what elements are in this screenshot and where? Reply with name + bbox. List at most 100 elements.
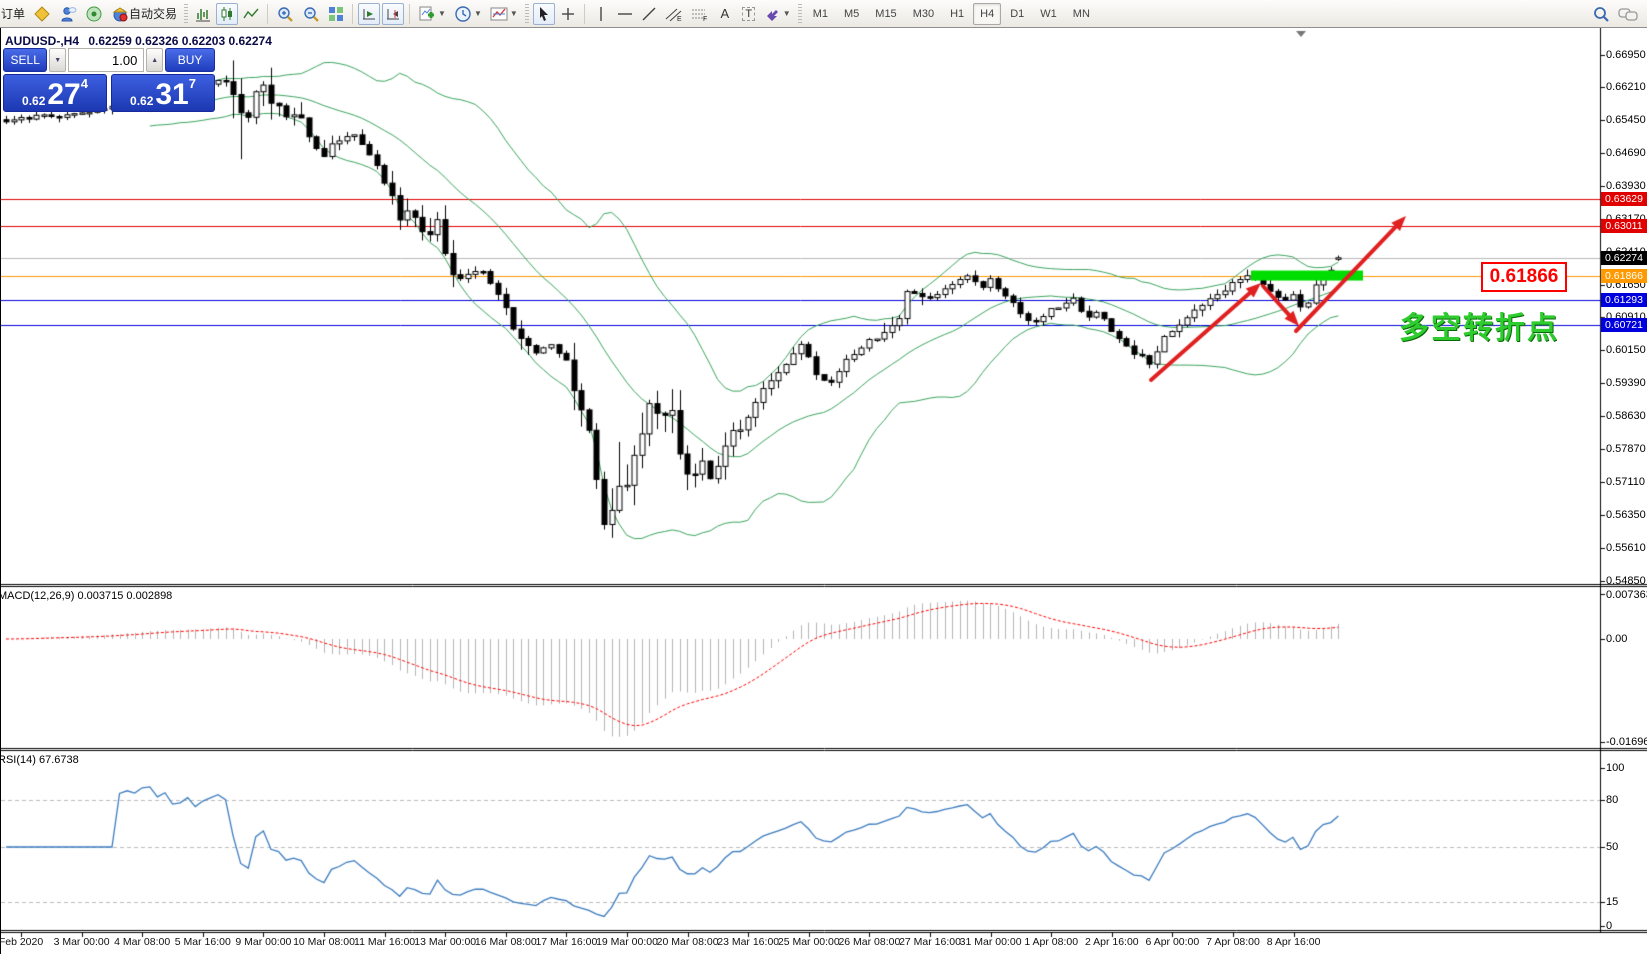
fibonacci-icon: F — [691, 6, 709, 22]
signal-button[interactable] — [82, 3, 106, 25]
price-chart-canvas[interactable] — [1, 28, 1647, 954]
vertical-line-button[interactable] — [590, 3, 612, 25]
text-button[interactable]: A — [714, 3, 736, 25]
new-chart-icon — [418, 5, 436, 23]
toolbar-grip — [184, 4, 188, 24]
price-annotation-box[interactable]: 0.61866 — [1481, 262, 1567, 292]
channel-button[interactable]: E — [662, 3, 686, 25]
time-axis-label: 4 Mar 08:00 — [114, 936, 170, 948]
time-axis-label: 6 Apr 00:00 — [1146, 936, 1200, 948]
toolbar-separator — [267, 4, 268, 24]
axis-tick-label: 0.63930 — [1606, 180, 1646, 192]
sell-price-prefix: 0.62 — [22, 94, 45, 108]
cursor-button[interactable] — [533, 3, 555, 25]
toolbar-separator — [409, 4, 410, 24]
axis-tick-label: 0.66210 — [1606, 81, 1646, 93]
rsi-axis-label: 100 — [1606, 762, 1624, 774]
buy-button[interactable]: BUY — [165, 48, 215, 72]
chart-ohlc-values: 0.62259 0.62326 0.62203 0.62274 — [88, 34, 272, 48]
time-axis-label: 25 Mar 00:00 — [778, 936, 840, 948]
rsi-value: 67.6738 — [39, 754, 79, 766]
sell-price-display[interactable]: 0.62 27 4 — [3, 74, 107, 112]
time-axis-label: 16 Mar 08:00 — [475, 936, 537, 948]
axis-tick-label: 0.55610 — [1606, 542, 1646, 554]
auto-trading-button[interactable]: 自动交易 — [108, 3, 180, 25]
arrows-button[interactable]: ▼ — [762, 3, 794, 25]
axis-tick-label: 0.60150 — [1606, 344, 1646, 356]
chevron-down-icon: ▼ — [54, 57, 61, 64]
sell-button[interactable]: SELL — [3, 48, 47, 72]
zoom-in-button[interactable] — [273, 3, 297, 25]
timeframe-mn[interactable]: MN — [1066, 3, 1097, 25]
price-line-label: 0.61866 — [1601, 269, 1647, 283]
time-axis-label: 31 Mar 00:00 — [960, 936, 1022, 948]
text-label-button[interactable]: T — [738, 3, 760, 25]
macd-label: MACD(12,26,9) 0.003715 0.002898 — [0, 590, 172, 602]
indicators-icon — [490, 5, 508, 23]
indicators-button[interactable]: ▼ — [487, 3, 521, 25]
sell-price-big: 27 — [47, 82, 80, 108]
volume-input[interactable]: 1.00 — [68, 48, 144, 72]
crosshair-button[interactable] — [557, 3, 579, 25]
buy-price-display[interactable]: 0.62 31 7 — [111, 74, 215, 112]
journal-button[interactable] — [30, 3, 54, 25]
vertical-line-icon — [594, 6, 608, 22]
time-axis-label: 5 Mar 16:00 — [175, 936, 231, 948]
auto-scroll-button[interactable] — [358, 3, 380, 25]
chat-button[interactable] — [1615, 3, 1641, 25]
volume-decrease-button[interactable]: ▼ — [49, 48, 66, 72]
axis-tick-label: 0.54850 — [1606, 575, 1646, 587]
horizontal-line-icon — [617, 6, 633, 22]
time-axis-label: 9 Mar 00:00 — [235, 936, 291, 948]
main-toolbar: 订单 自动交易 — [0, 0, 1647, 28]
timeframe-h4[interactable]: H4 — [973, 3, 1001, 25]
toolbar-separator — [352, 4, 353, 24]
period-button[interactable]: ▼ — [451, 3, 485, 25]
zoom-out-button[interactable] — [299, 3, 323, 25]
zoom-in-icon — [276, 5, 294, 23]
new-order-button[interactable]: 订单 — [0, 3, 28, 25]
line-chart-button[interactable] — [240, 3, 262, 25]
horizontal-line-button[interactable] — [614, 3, 636, 25]
axis-tick-label: 0.57870 — [1606, 443, 1646, 455]
text-tool-icon: A — [720, 6, 729, 21]
chart-shift-button[interactable] — [382, 3, 404, 25]
chart-shift-icon — [385, 6, 401, 22]
timeframe-d1[interactable]: D1 — [1003, 3, 1031, 25]
auto-trading-icon — [111, 5, 129, 23]
tile-windows-icon — [328, 6, 344, 22]
time-axis-label: 13 Mar 00:00 — [414, 936, 476, 948]
search-icon — [1592, 5, 1610, 23]
timeframe-group: M1M5M15M30H1H4D1W1MN — [806, 3, 1097, 25]
timeframe-h1[interactable]: H1 — [943, 3, 971, 25]
price-line-label: 0.63011 — [1601, 219, 1647, 233]
macd-axis-label: -0.01696 — [1606, 736, 1647, 748]
axis-tick-label: 0.66950 — [1606, 49, 1646, 61]
volume-increase-button[interactable]: ▲ — [146, 48, 163, 72]
timeframe-w1[interactable]: W1 — [1033, 3, 1064, 25]
time-axis-label: 2 Apr 16:00 — [1085, 936, 1139, 948]
candle-chart-button[interactable] — [216, 3, 238, 25]
search-button[interactable] — [1589, 3, 1613, 25]
crosshair-icon — [560, 6, 576, 22]
price-line-label: 0.62274 — [1601, 251, 1647, 265]
tile-windows-button[interactable] — [325, 3, 347, 25]
pivot-point-note[interactable]: 多空转折点 — [1399, 303, 1559, 347]
timeframe-m15[interactable]: M15 — [868, 3, 903, 25]
fibonacci-button[interactable]: F — [688, 3, 712, 25]
auto-scroll-icon — [361, 6, 377, 22]
timeframe-m1[interactable]: M1 — [806, 3, 835, 25]
timeframe-m5[interactable]: M5 — [837, 3, 866, 25]
new-chart-button[interactable]: ▼ — [415, 3, 449, 25]
zoom-out-icon — [302, 5, 320, 23]
time-axis-label: 27 Mar 16:00 — [899, 936, 961, 948]
bar-chart-button[interactable] — [192, 3, 214, 25]
time-axis-label: 11 Mar 16:00 — [354, 936, 415, 948]
auto-trading-label: 自动交易 — [129, 5, 177, 22]
time-axis-label: 7 Apr 08:00 — [1206, 936, 1260, 948]
trendline-button[interactable] — [638, 3, 660, 25]
cursor-icon — [536, 6, 552, 22]
buy-price-prefix: 0.62 — [130, 94, 153, 108]
timeframe-m30[interactable]: M30 — [906, 3, 941, 25]
community-button[interactable] — [56, 3, 80, 25]
